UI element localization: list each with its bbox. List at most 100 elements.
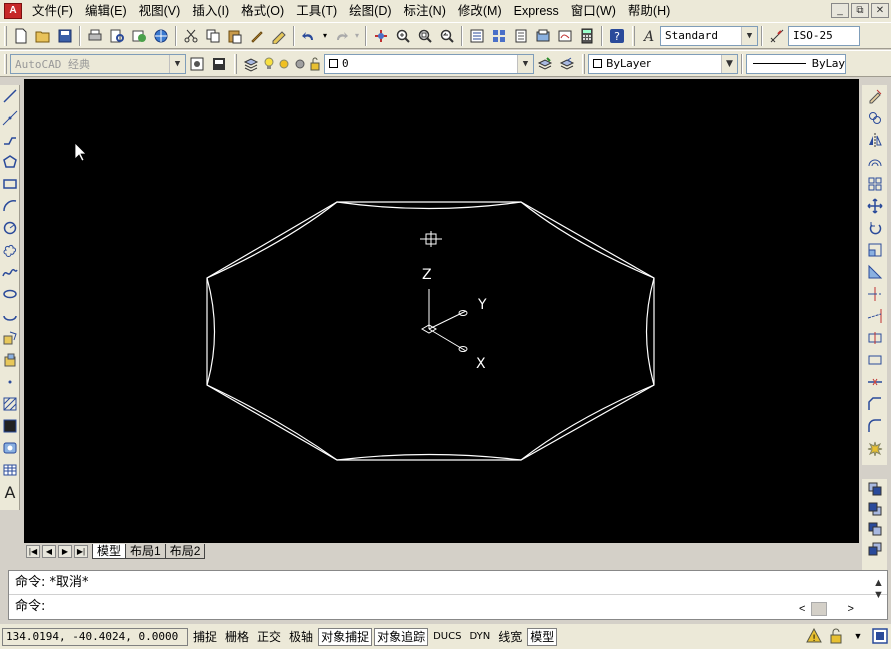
toolbar-grip[interactable] bbox=[632, 25, 635, 46]
print-preview-icon[interactable] bbox=[107, 26, 127, 46]
tab-prev-button[interactable]: ◀ bbox=[42, 544, 56, 558]
layer-properties-icon[interactable] bbox=[241, 54, 261, 74]
scroll-thumb[interactable] bbox=[811, 602, 828, 616]
ellipse-icon[interactable] bbox=[0, 283, 20, 305]
redo-dropdown-icon[interactable]: ▾ bbox=[353, 26, 361, 46]
toolbar-grip[interactable] bbox=[4, 25, 7, 46]
grid-toggle[interactable]: 栅格 bbox=[222, 627, 253, 646]
3d-dwf-icon[interactable] bbox=[151, 26, 171, 46]
lineweight-toggle[interactable]: 线宽 bbox=[495, 627, 526, 646]
array-icon[interactable] bbox=[865, 173, 885, 195]
scroll-left-icon[interactable]: < bbox=[799, 603, 805, 615]
tool-palettes-icon[interactable] bbox=[511, 26, 531, 46]
command-prompt-input[interactable]: 命令: bbox=[9, 595, 887, 619]
scroll-down-icon[interactable]: ▼ bbox=[873, 589, 884, 601]
close-button[interactable]: ✕ bbox=[871, 3, 889, 18]
move-icon[interactable] bbox=[865, 195, 885, 217]
text-style-select[interactable]: Standard ▼ bbox=[660, 25, 758, 46]
menu-help[interactable]: 帮助(H) bbox=[622, 0, 676, 22]
tab-layout1[interactable]: 布局1 bbox=[125, 543, 166, 559]
command-hscroll[interactable]: < > bbox=[799, 601, 869, 617]
design-center-icon[interactable] bbox=[489, 26, 509, 46]
linetype-select[interactable]: ByLay bbox=[746, 53, 846, 74]
mirror-icon[interactable] bbox=[865, 129, 885, 151]
cut-icon[interactable] bbox=[181, 26, 201, 46]
minimize-button[interactable]: _ bbox=[831, 3, 849, 18]
comm-center-icon[interactable]: ! bbox=[805, 627, 823, 645]
join-icon[interactable] bbox=[865, 371, 885, 393]
menu-file[interactable]: 文件(F) bbox=[26, 0, 79, 22]
app-logo-icon[interactable]: A bbox=[4, 3, 22, 19]
copy-object-icon[interactable] bbox=[865, 107, 885, 129]
region-icon[interactable] bbox=[0, 437, 20, 459]
match-properties-icon[interactable] bbox=[247, 26, 267, 46]
ellipse-arc-icon[interactable] bbox=[0, 305, 20, 327]
open-file-icon[interactable] bbox=[33, 26, 53, 46]
clean-screen-icon[interactable] bbox=[871, 627, 889, 645]
multiline-text-icon[interactable]: A bbox=[0, 481, 20, 503]
redo-icon[interactable] bbox=[331, 26, 351, 46]
make-current-layer-icon[interactable] bbox=[535, 54, 555, 74]
make-block-icon[interactable] bbox=[0, 349, 20, 371]
menu-modify[interactable]: 修改(M) bbox=[452, 0, 508, 22]
bring-above-icon[interactable] bbox=[865, 519, 885, 539]
revision-cloud-icon[interactable] bbox=[0, 239, 20, 261]
dimension-style-icon[interactable] bbox=[767, 26, 787, 46]
chamfer-icon[interactable] bbox=[865, 393, 885, 415]
publish-icon[interactable] bbox=[129, 26, 149, 46]
menu-window[interactable]: 窗口(W) bbox=[565, 0, 622, 22]
tab-model[interactable]: 模型 bbox=[92, 543, 127, 559]
zoom-previous-icon[interactable] bbox=[437, 26, 457, 46]
drawing-area[interactable]: Z Y X bbox=[24, 79, 859, 544]
coordinate-readout[interactable]: 134.0194, -40.4024, 0.0000 bbox=[2, 627, 188, 646]
workspace-save-icon[interactable] bbox=[209, 54, 229, 74]
copy-icon[interactable] bbox=[203, 26, 223, 46]
menu-edit[interactable]: 编辑(E) bbox=[79, 0, 133, 22]
send-to-back-icon[interactable] bbox=[865, 499, 885, 519]
toolbar-grip[interactable] bbox=[582, 53, 585, 74]
osnap-toggle[interactable]: 对象捕捉 bbox=[318, 627, 373, 646]
menu-view[interactable]: 视图(V) bbox=[133, 0, 187, 22]
break-icon[interactable] bbox=[865, 349, 885, 371]
scale-icon[interactable] bbox=[865, 239, 885, 261]
hatch-icon[interactable] bbox=[0, 393, 20, 415]
color-select[interactable]: ByLayer ▼ bbox=[588, 53, 738, 74]
explode-icon[interactable] bbox=[865, 437, 885, 459]
trim-icon[interactable] bbox=[865, 283, 885, 305]
line-icon[interactable] bbox=[0, 85, 20, 107]
arc-icon[interactable] bbox=[0, 195, 20, 217]
zoom-window-icon[interactable] bbox=[415, 26, 435, 46]
fillet-icon[interactable] bbox=[865, 415, 885, 437]
menu-express[interactable]: Express bbox=[508, 0, 565, 22]
erase-icon[interactable] bbox=[865, 85, 885, 107]
workspace-select[interactable]: AutoCAD 经典 ▼ bbox=[10, 53, 186, 74]
offset-icon[interactable] bbox=[865, 151, 885, 173]
tab-next-button[interactable]: ▶ bbox=[58, 544, 72, 558]
layer-previous-icon[interactable] bbox=[557, 54, 577, 74]
menu-draw[interactable]: 绘图(D) bbox=[343, 0, 397, 22]
break-at-point-icon[interactable] bbox=[865, 327, 885, 349]
extend-icon[interactable] bbox=[865, 305, 885, 327]
rotate-icon[interactable] bbox=[865, 217, 885, 239]
tab-layout2[interactable]: 布局2 bbox=[164, 543, 206, 559]
paste-icon[interactable] bbox=[225, 26, 245, 46]
point-icon[interactable] bbox=[0, 371, 20, 393]
layer-select[interactable]: 0 ▼ bbox=[324, 53, 534, 74]
model-toggle[interactable]: 模型 bbox=[527, 627, 558, 646]
snap-toggle[interactable]: 捕捉 bbox=[190, 627, 221, 646]
circle-icon[interactable] bbox=[0, 217, 20, 239]
undo-dropdown-icon[interactable]: ▾ bbox=[321, 26, 329, 46]
bring-to-front-icon[interactable] bbox=[865, 479, 885, 499]
table-icon[interactable] bbox=[0, 459, 20, 481]
rectangle-icon[interactable] bbox=[0, 173, 20, 195]
otrack-toggle[interactable]: 对象追踪 bbox=[374, 627, 429, 646]
gradient-icon[interactable] bbox=[0, 415, 20, 437]
toolbar-grip[interactable] bbox=[4, 53, 7, 74]
pan-realtime-icon[interactable] bbox=[371, 26, 391, 46]
menu-format[interactable]: 格式(O) bbox=[235, 0, 290, 22]
stretch-icon[interactable] bbox=[865, 261, 885, 283]
spline-icon[interactable] bbox=[0, 261, 20, 283]
menu-insert[interactable]: 插入(I) bbox=[186, 0, 235, 22]
properties-icon[interactable] bbox=[467, 26, 487, 46]
tab-last-button[interactable]: ▶| bbox=[74, 544, 88, 558]
